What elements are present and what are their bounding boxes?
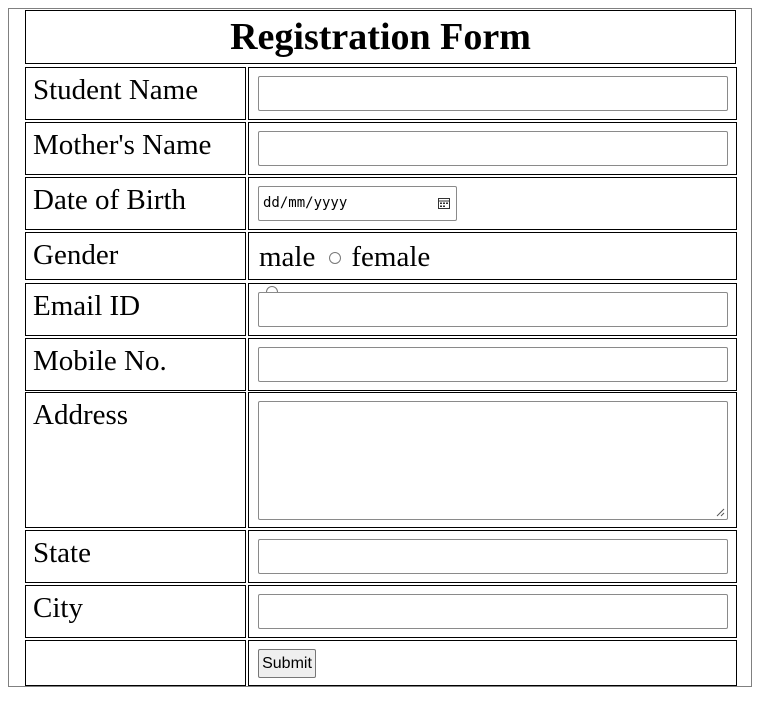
mobile-input[interactable] [258,347,728,382]
mothers-name-cell [248,122,737,175]
calendar-icon[interactable] [438,197,450,209]
label-address: Address [25,392,246,528]
label-mothers-name: Mother's Name [25,122,246,175]
address-cell [248,392,737,528]
student-name-cell [248,67,737,120]
address-textarea[interactable] [258,401,728,520]
label-email-id: Email ID [25,283,246,336]
gender-male-label: male [259,241,316,273]
city-cell [248,585,737,638]
mobile-cell [248,338,737,391]
resize-handle-icon[interactable] [716,508,725,517]
gender-female-label: female [351,241,431,273]
state-input[interactable] [258,539,728,574]
label-gender: Gender [25,232,246,280]
empty-label-cell [25,640,246,686]
label-city: City [25,585,246,638]
label-state: State [25,530,246,583]
city-input[interactable] [258,594,728,629]
email-input[interactable] [258,292,728,327]
form-title: Registration Form [25,10,736,64]
label-date-of-birth: Date of Birth [25,177,246,230]
label-student-name: Student Name [25,67,246,120]
submit-cell: Submit [248,640,737,686]
student-name-input[interactable] [258,76,728,111]
submit-button[interactable]: Submit [258,649,316,678]
gender-options: male female [259,241,430,274]
dob-placeholder: dd/mm/yyyy [263,195,348,211]
state-cell [248,530,737,583]
gender-cell: male female [248,232,737,292]
mothers-name-input[interactable] [258,131,728,166]
email-cell [248,283,737,336]
dob-cell: dd/mm/yyyy [248,177,737,230]
dob-input[interactable]: dd/mm/yyyy [258,186,457,221]
gender-female-radio[interactable] [329,251,342,264]
label-mobile-no: Mobile No. [25,338,246,391]
